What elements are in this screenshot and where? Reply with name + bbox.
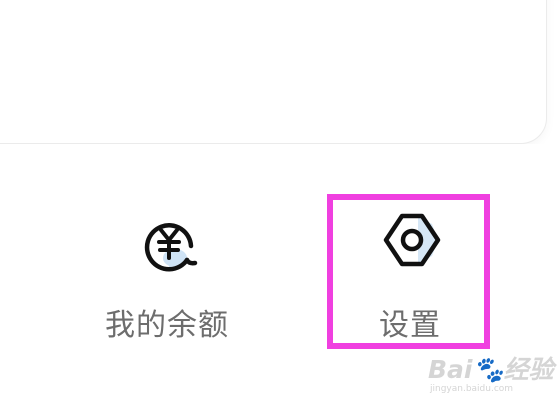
balance-label: 我的余额 [105,308,229,343]
balance-menu-item[interactable]: 我的余额 [67,198,267,358]
watermark-url: jingyan.baidu.com [430,384,514,394]
yuan-coin-icon [144,223,198,272]
baidu-jingyan-watermark: Bai🐾经验 jingyan.baidu.com [428,350,556,406]
highlight-box [327,194,490,349]
profile-card [0,0,547,144]
watermark-logo: Bai🐾经验 [428,355,554,384]
